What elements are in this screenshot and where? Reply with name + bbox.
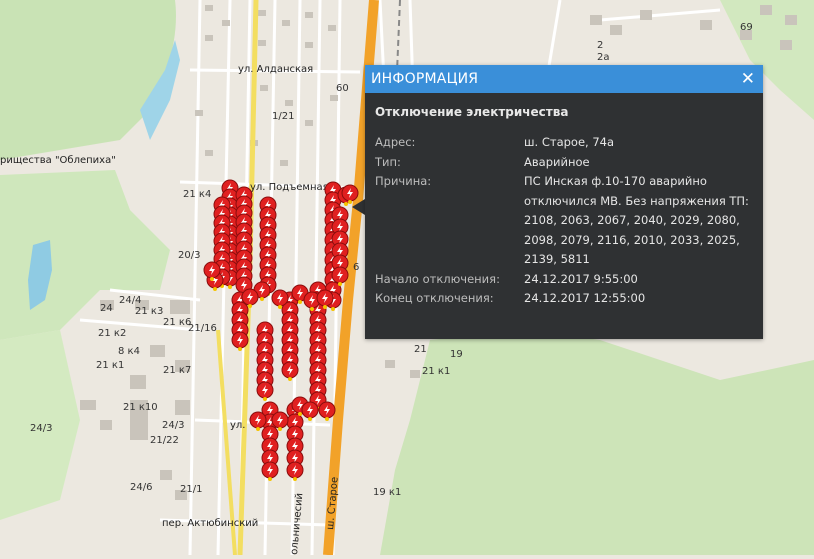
house-number-label: 21 к10 [123,402,158,413]
row-value: ш. Старое, 74а [524,135,615,149]
house-number-label: 19 [450,349,463,360]
house-number-label: 21 к3 [135,306,163,317]
row-key: Причина: [375,174,432,188]
house-number-label: 19 к1 [373,487,401,498]
house-number-label: 21 к1 [422,366,450,377]
house-number-label: 1/21 [272,111,294,122]
info-popup: ИНФОРМАЦИЯ ✕ Отключение электричества Ад… [365,65,763,339]
popup-row-address: Адрес: ш. Старое, 74а [375,133,753,153]
house-number-label: 2а [597,52,610,63]
street-label-aldanskaya: ул. Алданская [238,64,313,75]
house-number-label: 24/6 [130,482,152,493]
street-label-aktyubinsky: пер. Актюбинский [162,518,258,529]
house-number-label: 21/16 [188,323,217,334]
popup-row-start: Начало отключения: 24.12.2017 9:55:00 [375,270,753,290]
row-key: Конец отключения: [375,291,494,305]
house-number-label: 21 к1 [96,360,124,371]
area-label-oblepikha: рищества "Облепиха" [0,155,116,166]
house-number-label: 60 [336,83,349,94]
popup-row-type: Тип: Аварийное [375,153,753,173]
house-number-label: 21 к4 [183,189,211,200]
house-number-label: 20/3 [178,250,200,261]
house-number-label: 69 [740,22,753,33]
popup-body: Отключение электричества Адрес: ш. Старо… [365,93,763,309]
popup-header: ИНФОРМАЦИЯ ✕ [365,65,763,93]
street-label-podyemnaya: ул. Подъемная [250,182,329,193]
house-number-label: 21 к2 [98,328,126,339]
house-number-label: 21 к7 [163,365,191,376]
row-key: Адрес: [375,135,416,149]
house-number-label: 24/3 [30,423,52,434]
house-number-label: 21/22 [150,435,179,446]
house-number-label: 21/1 [180,484,202,495]
house-number-label: 24/3 [162,420,184,431]
popup-heading: Отключение электричества [375,105,569,119]
house-number-label: 24 [100,303,113,314]
house-number-label: 2 [597,40,603,51]
house-number-label: 6 [353,262,359,273]
house-number-label: 24/4 [119,295,141,306]
row-key: Тип: [375,154,401,169]
row-value: Аварийное [524,154,590,169]
close-icon[interactable]: ✕ [741,70,755,88]
house-number-label: 8 к4 [118,346,140,357]
popup-title: ИНФОРМАЦИЯ [371,71,479,87]
row-key: Начало отключения: [375,271,500,286]
row-value: ПС Инская ф.10-170 аварийно отключился М… [524,174,749,266]
house-number-label: 21 [414,344,427,355]
popup-row-end: Конец отключения: 24.12.2017 12:55:00 [375,289,753,309]
street-label-ul: ул. [230,420,246,431]
popup-row-reason: Причина: ПС Инская ф.10-170 аварийно отк… [375,172,753,270]
row-value: 24.12.2017 9:55:00 [524,271,638,286]
popup-pointer [352,199,365,215]
row-value: 24.12.2017 12:55:00 [524,291,646,305]
